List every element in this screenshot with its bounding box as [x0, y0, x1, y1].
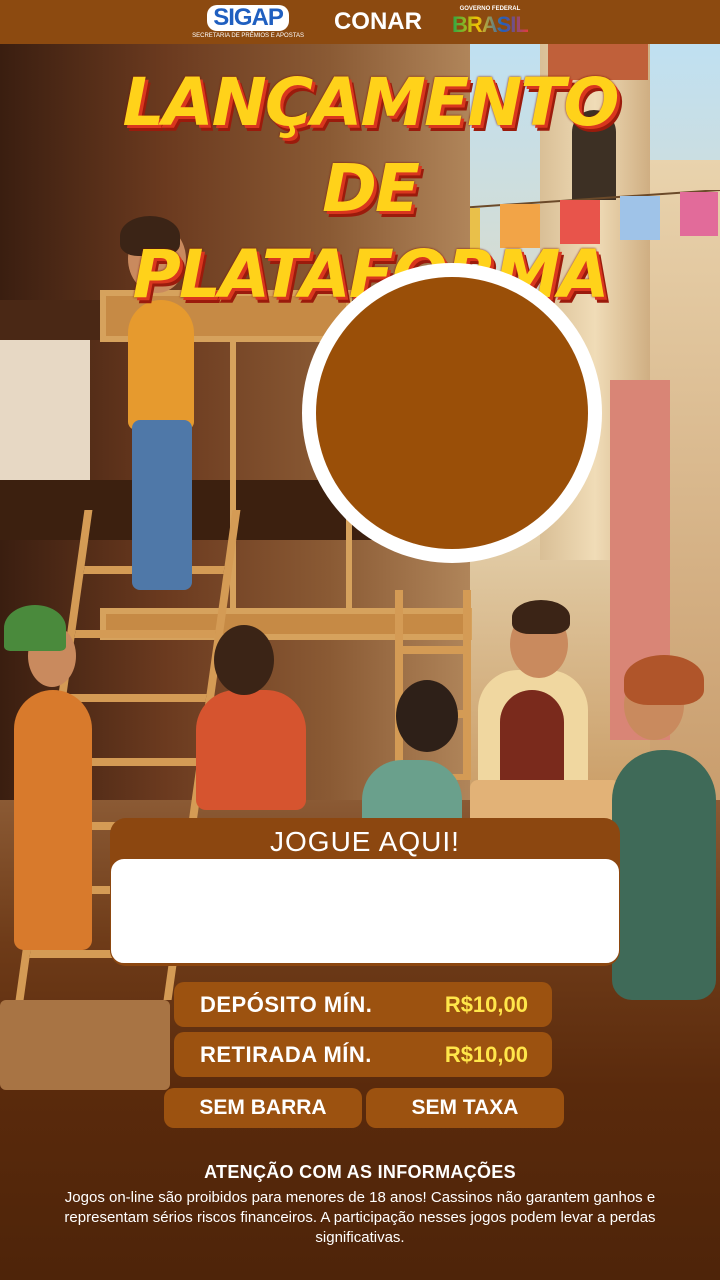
play-here-label: JOGUE AQUI! — [270, 826, 460, 857]
lumber-pile — [0, 1000, 170, 1090]
logo-placeholder-circle — [302, 263, 602, 563]
person-center-head — [214, 625, 274, 695]
government-logo-text: BRASIL — [451, 12, 529, 37]
person-left-body — [14, 690, 92, 950]
min-deposit-badge: DEPÓSITO MÍN. R$10,00 — [174, 982, 552, 1027]
person-center-vest — [196, 690, 306, 810]
logo-bar: SIGAP SECRETARIA DE PRÊMIOS E APOSTAS CO… — [0, 0, 720, 44]
woman-dress — [612, 750, 716, 1000]
warning-text: Jogos on-line são proibidos para menores… — [64, 1189, 656, 1246]
promo-poster: SIGAP SECRETARIA DE PRÊMIOS E APOSTAS CO… — [0, 0, 720, 1280]
conar-logo-text: CONAR — [333, 8, 422, 35]
sigap-logo-text: SIGAP — [207, 5, 289, 31]
min-withdraw-label: RETIRADA MÍN. — [200, 1041, 372, 1067]
person-small-head — [396, 680, 458, 752]
play-here-card[interactable]: JOGUE AQUI! — [110, 818, 620, 966]
woman-hair — [624, 655, 704, 705]
page-title: LANÇAMENTO DE PLATAFORMA — [100, 60, 640, 318]
sigap-logo: SIGAP SECRETARIA DE PRÊMIOS E APOSTAS — [192, 5, 304, 39]
house-wall-panel — [0, 340, 90, 480]
logo-placeholder-fill — [316, 277, 588, 549]
person-right-hair — [512, 600, 570, 634]
min-deposit-label: DEPÓSITO MÍN. — [200, 991, 373, 1017]
person-right-vest — [500, 690, 564, 790]
no-fee-badge: SEM TAXA — [366, 1088, 564, 1128]
sigap-logo-subtitle: SECRETARIA DE PRÊMIOS E APOSTAS — [192, 33, 304, 39]
warning-title: ATENÇÃO COM AS INFORMAÇÕES — [204, 1162, 516, 1182]
conar-logo: CONAR — [334, 10, 422, 34]
no-bar-badge: SEM BARRA — [164, 1088, 362, 1128]
min-withdraw-value: R$10,00 — [444, 1041, 528, 1067]
person-left-hat — [4, 605, 66, 651]
government-logo: GOVERNO FEDERAL BRASIL — [451, 6, 529, 38]
person-top-pants — [132, 420, 192, 590]
play-link-field[interactable] — [110, 858, 620, 964]
min-deposit-value: R$10,00 — [444, 991, 528, 1017]
person-top-vest — [128, 300, 194, 430]
title-line-1: LANÇAMENTO DE — [122, 64, 619, 227]
min-withdraw-badge: RETIRADA MÍN. R$10,00 — [174, 1032, 552, 1077]
